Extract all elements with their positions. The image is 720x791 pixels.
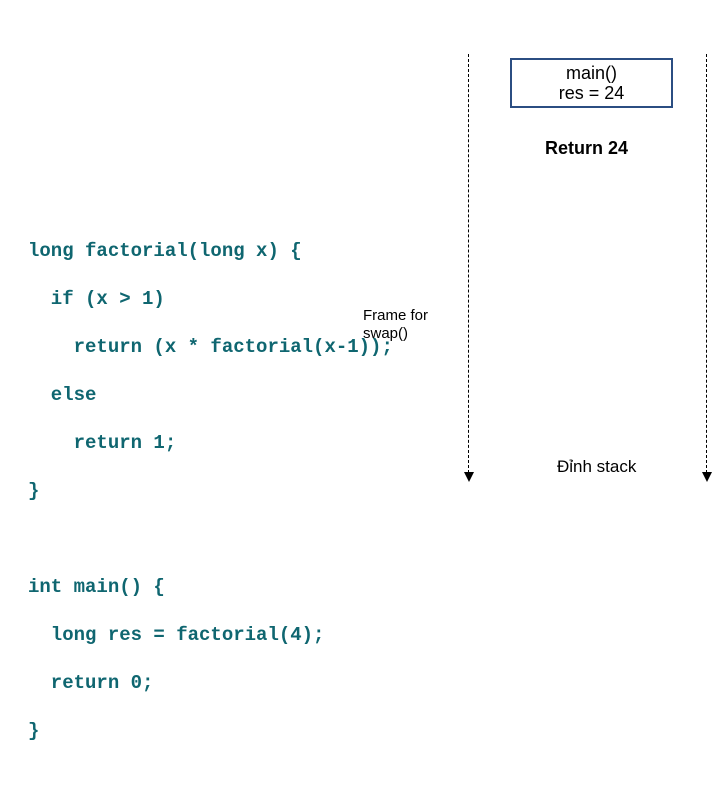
code-factorial-line2: if (x > 1) (28, 287, 393, 311)
code-main-line2: long res = factorial(4); (28, 623, 393, 647)
arrowhead-right (702, 472, 712, 482)
frame-for-line2: swap() (363, 325, 428, 343)
frame-for-label: Frame for swap() (363, 307, 428, 343)
code-factorial-line1: long factorial(long x) { (28, 239, 393, 263)
stack-top-label: Đỉnh stack (557, 457, 636, 477)
code-main-line1: int main() { (28, 575, 393, 599)
return-label: Return 24 (545, 138, 628, 159)
code-block: long factorial(long x) { if (x > 1) retu… (28, 215, 393, 791)
arrowhead-left (464, 472, 474, 482)
stack-frame-line1: main() (566, 63, 617, 83)
code-factorial-line4: else (28, 383, 393, 407)
code-main-line3: return 0; (28, 671, 393, 695)
stack-frame-line2: res = 24 (559, 83, 625, 103)
stack-region-right-border (706, 54, 707, 478)
code-factorial-line6: } (28, 479, 393, 503)
code-factorial-line5: return 1; (28, 431, 393, 455)
code-main-line4: } (28, 719, 393, 743)
stack-region-left-border (468, 54, 469, 478)
code-factorial-line3: return (x * factorial(x-1)); (28, 335, 393, 359)
stack-frame-main-box: main() res = 24 (510, 58, 673, 108)
code-blank-line (28, 527, 393, 551)
frame-for-line1: Frame for (363, 307, 428, 325)
